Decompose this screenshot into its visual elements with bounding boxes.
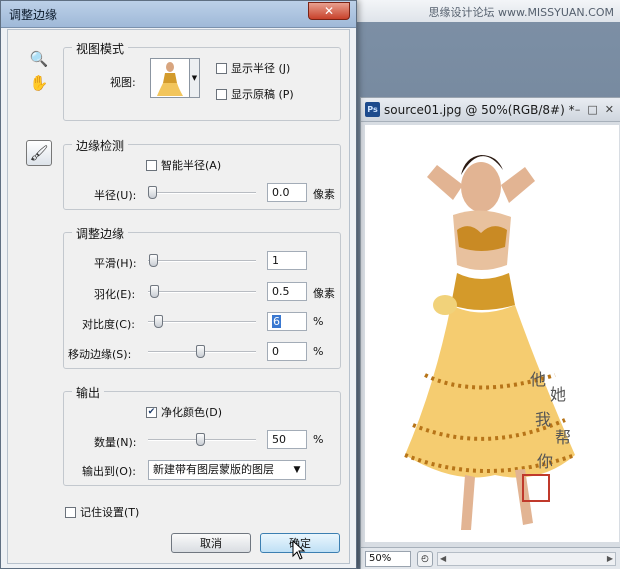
- dancer-photo: 他 她 我 帮 你: [404, 155, 576, 530]
- view-mode-legend: 视图模式: [72, 40, 129, 57]
- contrast-label: 对比度(C):: [82, 318, 135, 331]
- remember-settings-option[interactable]: 记住设置(T): [65, 504, 139, 520]
- show-original-label: 显示原稿 (P): [231, 88, 294, 101]
- dialog-close-button[interactable]: ✕: [308, 2, 350, 20]
- show-radius-label: 显示半径 (J): [231, 62, 291, 75]
- show-original-option[interactable]: 显示原稿 (P): [216, 86, 294, 102]
- document-statusbar: 50% ◴ ◀ ▶: [361, 547, 620, 569]
- contrast-input[interactable]: 6: [267, 312, 307, 331]
- amount-slider-thumb[interactable]: [196, 433, 205, 446]
- radius-unit: 像素: [313, 188, 335, 201]
- edge-detection-group: 边缘检测 智能半径(A) 半径(U): 0.0 像素: [63, 137, 341, 210]
- view-dropdown-arrow-icon[interactable]: ▼: [189, 59, 199, 97]
- contrast-unit: %: [313, 315, 324, 328]
- adjust-edge-legend: 调整边缘: [72, 225, 129, 242]
- show-radius-checkbox[interactable]: [216, 62, 227, 74]
- dialog-titlebar[interactable]: 调整边缘 ✕: [1, 1, 356, 28]
- smooth-slider-thumb[interactable]: [148, 254, 158, 267]
- svg-text:你: 你: [537, 452, 553, 471]
- maximize-icon[interactable]: □: [587, 103, 597, 116]
- minimize-icon[interactable]: –: [575, 103, 581, 116]
- feather-input[interactable]: 0.5: [267, 282, 307, 301]
- adjust-edge-group: 调整边缘 平滑(H): 1 羽化(E): 0.5 像素 对比度(C): 6 % …: [63, 225, 341, 369]
- status-menu-icon[interactable]: ◴: [417, 550, 433, 567]
- feather-label: 羽化(E):: [94, 288, 136, 301]
- decontaminate-label: 净化颜色(D): [161, 406, 223, 419]
- document-canvas[interactable]: 他 她 我 帮 你: [365, 125, 619, 542]
- show-radius-option[interactable]: 显示半径 (J): [216, 60, 290, 76]
- view-mode-selector[interactable]: ▼: [150, 58, 200, 98]
- smart-radius-label: 智能半径(A): [161, 159, 222, 172]
- feather-slider-thumb[interactable]: [149, 285, 159, 298]
- smart-radius-option[interactable]: 智能半径(A): [146, 157, 221, 173]
- output-to-label: 输出到(O):: [82, 465, 136, 478]
- mouse-cursor-icon: [292, 540, 306, 560]
- cancel-button[interactable]: 取消: [171, 533, 251, 553]
- remember-settings-label: 记住设置(T): [80, 506, 140, 519]
- smooth-label: 平滑(H):: [94, 257, 137, 270]
- shift-edge-unit: %: [313, 345, 324, 358]
- shift-edge-slider-thumb[interactable]: [196, 345, 205, 358]
- document-title: source01.jpg @ 50%(RGB/8#) *: [384, 102, 575, 117]
- refine-radius-tool-icon[interactable]: 🖌: [26, 140, 52, 166]
- refine-edge-dialog: 调整边缘 ✕ 🔍 ✋ 🖌 视图模式 视图: ▼ 显示半径 (J) 显示原稿 (P…: [0, 0, 357, 569]
- decontaminate-checkbox[interactable]: ✔: [146, 406, 157, 418]
- site-watermark: 思缘设计论坛 www.MISSYUAN.COM: [428, 6, 614, 19]
- feather-unit: 像素: [313, 287, 335, 300]
- shift-edge-input[interactable]: 0: [267, 342, 307, 361]
- contrast-slider[interactable]: [148, 315, 256, 329]
- contrast-slider-thumb[interactable]: [153, 315, 163, 328]
- svg-text:帮: 帮: [555, 428, 571, 447]
- radius-slider[interactable]: [148, 186, 256, 200]
- svg-text:他: 他: [530, 370, 546, 389]
- smart-radius-checkbox[interactable]: [146, 159, 157, 171]
- edge-detection-legend: 边缘检测: [72, 137, 129, 154]
- view-thumbnail: [151, 59, 189, 97]
- chevron-down-icon: ▼: [293, 465, 301, 475]
- zoom-level-field[interactable]: 50%: [365, 550, 411, 567]
- radius-label: 半径(U):: [94, 189, 137, 202]
- dialog-body: 🔍 ✋ 🖌 视图模式 视图: ▼ 显示半径 (J) 显示原稿 (P) 边缘检测 …: [7, 29, 350, 564]
- shift-edge-label: 移动边缘(S):: [68, 348, 132, 361]
- document-titlebar[interactable]: Ps source01.jpg @ 50%(RGB/8#) * – □ ✕: [361, 98, 620, 122]
- show-original-checkbox[interactable]: [216, 88, 227, 100]
- close-icon[interactable]: ✕: [605, 103, 614, 116]
- svg-text:我: 我: [535, 410, 551, 429]
- amount-unit: %: [313, 433, 324, 446]
- horizontal-scrollbar[interactable]: ◀ ▶: [437, 551, 616, 566]
- scroll-left-icon[interactable]: ◀: [440, 554, 446, 563]
- remember-settings-checkbox[interactable]: [65, 506, 76, 518]
- shift-edge-slider[interactable]: [148, 345, 256, 359]
- output-legend: 输出: [72, 384, 105, 401]
- document-window-controls: – □ ✕: [575, 103, 620, 116]
- dialog-title: 调整边缘: [9, 7, 58, 22]
- contrast-input-value: 6: [272, 315, 281, 328]
- smooth-input[interactable]: 1: [267, 251, 307, 270]
- svg-text:她: 她: [550, 385, 566, 404]
- radius-slider-thumb[interactable]: [148, 186, 157, 199]
- output-group: 输出 ✔ 净化颜色(D) 数量(N): 50 % 输出到(O): 新建带有图层蒙…: [63, 384, 341, 486]
- amount-slider[interactable]: [148, 433, 256, 447]
- smooth-slider[interactable]: [148, 254, 256, 268]
- feather-slider[interactable]: [148, 285, 256, 299]
- amount-label: 数量(N):: [94, 436, 137, 449]
- photoshop-doc-icon: Ps: [365, 102, 380, 117]
- zoom-tool-icon[interactable]: 🔍: [28, 48, 50, 70]
- decontaminate-option[interactable]: ✔ 净化颜色(D): [146, 404, 222, 420]
- document-window: Ps source01.jpg @ 50%(RGB/8#) * – □ ✕ 他: [360, 97, 620, 569]
- output-to-value: 新建带有图层蒙版的图层: [153, 463, 274, 476]
- hand-tool-icon[interactable]: ✋: [28, 72, 50, 94]
- view-label: 视图:: [110, 76, 136, 89]
- output-to-select[interactable]: 新建带有图层蒙版的图层 ▼: [148, 460, 306, 480]
- amount-input[interactable]: 50: [267, 430, 307, 449]
- scroll-right-icon[interactable]: ▶: [607, 554, 613, 563]
- view-mode-group: 视图模式 视图: ▼ 显示半径 (J) 显示原稿 (P): [63, 40, 341, 121]
- radius-input[interactable]: 0.0: [267, 183, 307, 202]
